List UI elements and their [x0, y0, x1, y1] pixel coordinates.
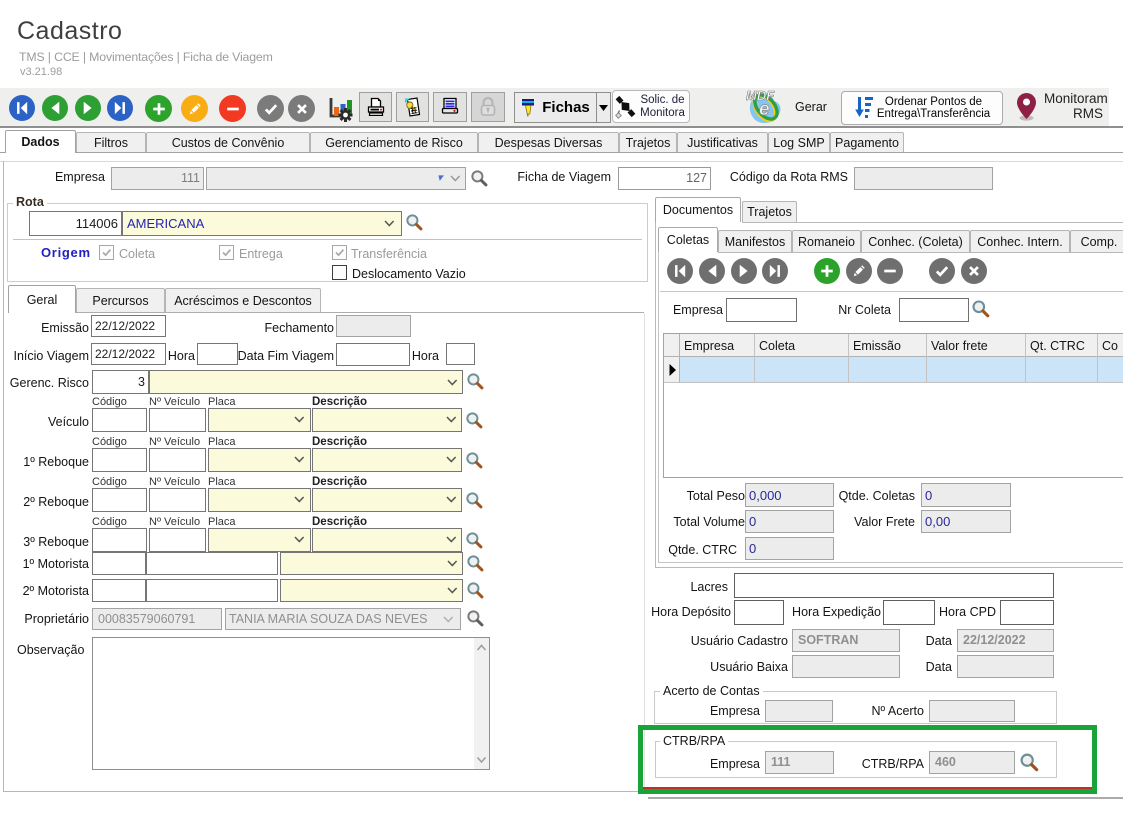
svg-text:MDF: MDF [746, 88, 775, 103]
